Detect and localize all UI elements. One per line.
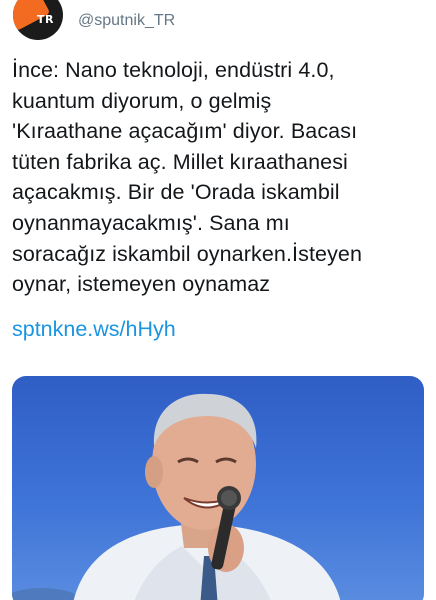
tweet-text-line: açacakmış. Bir de 'Orada iskambil — [12, 180, 340, 205]
user-handle[interactable]: @sputnik_TR — [78, 12, 175, 30]
tweet-media-photo[interactable] — [12, 376, 424, 600]
tweet-link[interactable]: sptnkne.ws/hHyh — [12, 314, 176, 344]
avatar[interactable]: TR — [13, 0, 63, 40]
tweet-card[interactable]: TR @sputnik_TR İnce: Nano teknoloji, end… — [0, 0, 436, 600]
tweet-text-line: kuantum diyorum, o gelmiş — [12, 88, 272, 113]
tweet-text: İnce: Nano teknoloji, endüstri 4.0, kuan… — [12, 55, 424, 300]
avatar-badge: TR — [37, 13, 54, 26]
tweet-text-line: 'Kıraathane açacağım' diyor. Bacası — [12, 119, 358, 144]
tweet-text-line: İnce: Nano teknoloji, endüstri 4.0, — [12, 58, 335, 82]
tweet-header: TR @sputnik_TR — [0, 0, 436, 46]
tweet-text-line: tüten fabrika aç. Millet kıraathanesi — [12, 149, 348, 174]
tweet-text-line: oynanmayacakmış'. Sana mı — [12, 210, 290, 235]
tweet-text-line: soracağız iskambil oynarken.İsteyen — [12, 241, 363, 266]
tweet-text-line: oynar, istemeyen oynamaz — [12, 272, 271, 297]
speaker-photo-illustration — [12, 393, 341, 600]
